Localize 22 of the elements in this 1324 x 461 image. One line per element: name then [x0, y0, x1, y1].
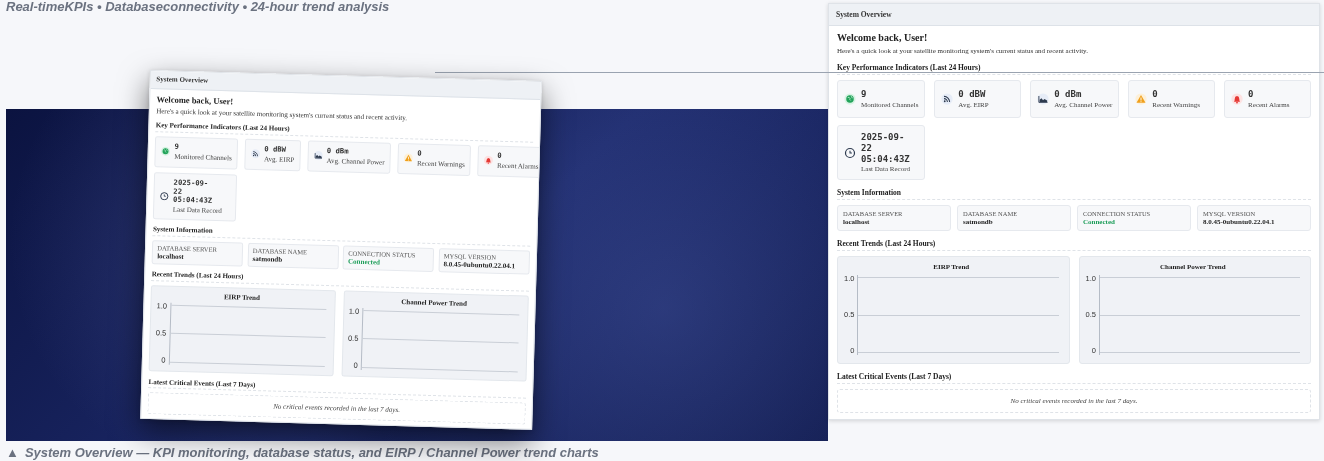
feed-icon — [941, 93, 954, 105]
triangle-icon: ▲ — [6, 445, 19, 460]
warning-icon — [403, 153, 414, 164]
clock-icon — [159, 190, 170, 201]
feed-icon — [250, 149, 261, 160]
bell-icon — [483, 155, 494, 166]
kpi-value: 9 — [861, 89, 868, 100]
globe-icon — [160, 146, 171, 157]
warning-icon — [1135, 93, 1148, 105]
clock-icon — [844, 146, 856, 159]
caption-text: System Overview — KPI monitoring, database status, and EIRP / Channel Power trend charts — [24, 445, 599, 460]
kpi-value: 0 — [1152, 89, 1159, 100]
kpi-value: 0 dBm — [1054, 89, 1083, 100]
welcome-heading: Welcome back, User! — [837, 32, 929, 43]
area-chart-icon — [1037, 93, 1050, 105]
kpi-value: 0 dBW — [958, 89, 987, 100]
kpi-value: 2025-09-22 05:04:43Z — [861, 132, 909, 165]
caption-text: Real-timeKPIs • Databaseconnectivity • 24-hour trend analysis — [6, 0, 391, 14]
globe-icon — [844, 93, 856, 105]
bell-icon — [1231, 93, 1244, 105]
kpi-value: 0 — [1248, 89, 1255, 100]
area-chart-icon — [313, 150, 323, 161]
